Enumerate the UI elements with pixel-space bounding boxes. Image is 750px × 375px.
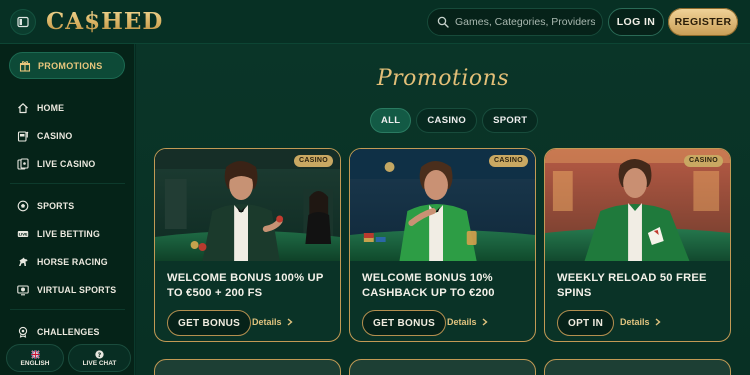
filter-tab-sport[interactable]: SPORT: [482, 108, 539, 133]
gift-icon: [19, 60, 31, 72]
slot-machine-icon: [17, 130, 29, 142]
category-badge: CASINO: [293, 155, 333, 167]
promo-card[interactable]: CASINO WELCOME BONUS 100% UP TO €500 + 2…: [154, 148, 341, 342]
sidebar-divider: [10, 183, 125, 184]
virtual-sports-icon: [17, 284, 29, 296]
language-label: ENGLISH: [20, 359, 50, 367]
details-label: Details: [447, 317, 477, 327]
horse-icon: [17, 256, 29, 268]
svg-text:?: ?: [98, 351, 102, 358]
live-cards-icon: [17, 158, 29, 170]
details-label: Details: [620, 317, 650, 327]
sidebar-toggle-button[interactable]: [10, 9, 36, 35]
category-badge: CASINO: [683, 155, 723, 167]
filter-tab-all[interactable]: ALL: [370, 108, 412, 133]
details-label: Details: [252, 317, 282, 327]
sidebar-item-label: LIVE CASINO: [37, 159, 96, 169]
sidebar-toggle-icon: [17, 16, 29, 28]
live-chat-label: LIVE CHAT: [82, 359, 117, 367]
main-content: Promotions ALL CASINO SPORT CASINO WELCO…: [136, 44, 750, 375]
sidebar-item-casino[interactable]: CASINO: [17, 128, 72, 144]
sidebar-item-promotions[interactable]: PROMOTIONS: [9, 52, 125, 79]
details-link[interactable]: Details: [620, 317, 661, 327]
promo-card[interactable]: CASINO WEEKLY RELOAD 50 FREE SPINS OPT I…: [544, 148, 731, 342]
login-button[interactable]: LOG IN: [608, 8, 664, 36]
logo[interactable]: CA$HED: [46, 7, 163, 37]
sidebar-item-challenges[interactable]: CHALLENGES: [17, 324, 100, 340]
live-badge-icon: LIVE: [17, 228, 29, 240]
sidebar-item-label: CHALLENGES: [37, 327, 100, 337]
svg-text:LIVE: LIVE: [19, 233, 28, 237]
promo-card-title: WELCOME BONUS 10% CASHBACK UP TO €200: [362, 272, 495, 299]
get-bonus-button[interactable]: GET BONUS: [167, 310, 252, 336]
sidebar-item-virtual-sports[interactable]: VIRTUAL SPORTS: [17, 282, 116, 298]
promo-card-title: WELCOME BONUS 100% UP TO €500 + 200 FS: [167, 272, 324, 299]
sidebar-divider: [10, 309, 125, 310]
home-icon: [17, 102, 29, 114]
sidebar-item-live-betting[interactable]: LIVE LIVE BETTING: [17, 226, 100, 242]
search-input[interactable]: [455, 16, 595, 28]
register-button[interactable]: REGISTER: [668, 8, 738, 36]
help-icon: ?: [95, 349, 104, 358]
filter-tab-casino[interactable]: CASINO: [416, 108, 478, 133]
sidebar-item-label: HOME: [37, 103, 65, 113]
promo-card-partial[interactable]: [154, 359, 341, 375]
uk-flag-icon: [30, 349, 40, 359]
promo-card-title: WEEKLY RELOAD 50 FREE SPINS: [557, 272, 707, 299]
details-link[interactable]: Details: [252, 317, 293, 327]
sidebar-item-label: CASINO: [37, 131, 73, 141]
top-header: CA$HED LOG IN REGISTER: [0, 0, 750, 44]
promo-card-partial[interactable]: [544, 359, 731, 375]
sidebar-item-home[interactable]: HOME: [17, 100, 64, 116]
promo-card-partial[interactable]: [349, 359, 536, 375]
sidebar-item-label: VIRTUAL SPORTS: [37, 285, 117, 295]
opt-in-button[interactable]: OPT IN: [557, 310, 615, 336]
search-icon: [437, 16, 449, 28]
sidebar-item-label: HORSE RACING: [37, 257, 108, 267]
get-bonus-button[interactable]: GET BONUS: [362, 310, 447, 336]
chevron-right-icon: [482, 318, 488, 326]
chevron-right-icon: [287, 318, 293, 326]
sidebar-item-label: LIVE BETTING: [37, 229, 101, 239]
chevron-right-icon: [655, 318, 661, 326]
live-chat-button[interactable]: ? LIVE CHAT: [68, 344, 131, 372]
sidebar-item-horse-racing[interactable]: HORSE RACING: [17, 254, 108, 270]
sidebar: PROMOTIONS HOME CASINO LIVE CASINO SPORT…: [0, 44, 135, 375]
soccer-ball-icon: [17, 200, 29, 212]
sidebar-item-sports[interactable]: SPORTS: [17, 198, 74, 214]
sidebar-item-label: PROMOTIONS: [38, 60, 103, 71]
trophy-icon: [17, 326, 29, 338]
sidebar-item-label: SPORTS: [37, 201, 75, 211]
sidebar-item-live-casino[interactable]: LIVE CASINO: [17, 156, 95, 172]
promo-card[interactable]: CASINO WELCOME BONUS 10% CASHBACK UP TO …: [349, 148, 536, 342]
category-badge: CASINO: [488, 155, 528, 167]
filter-tabs: ALL CASINO SPORT: [370, 108, 539, 133]
page-title: Promotions: [376, 66, 510, 91]
details-link[interactable]: Details: [447, 317, 488, 327]
language-button[interactable]: ENGLISH: [6, 344, 64, 372]
search-bar[interactable]: [427, 8, 603, 36]
